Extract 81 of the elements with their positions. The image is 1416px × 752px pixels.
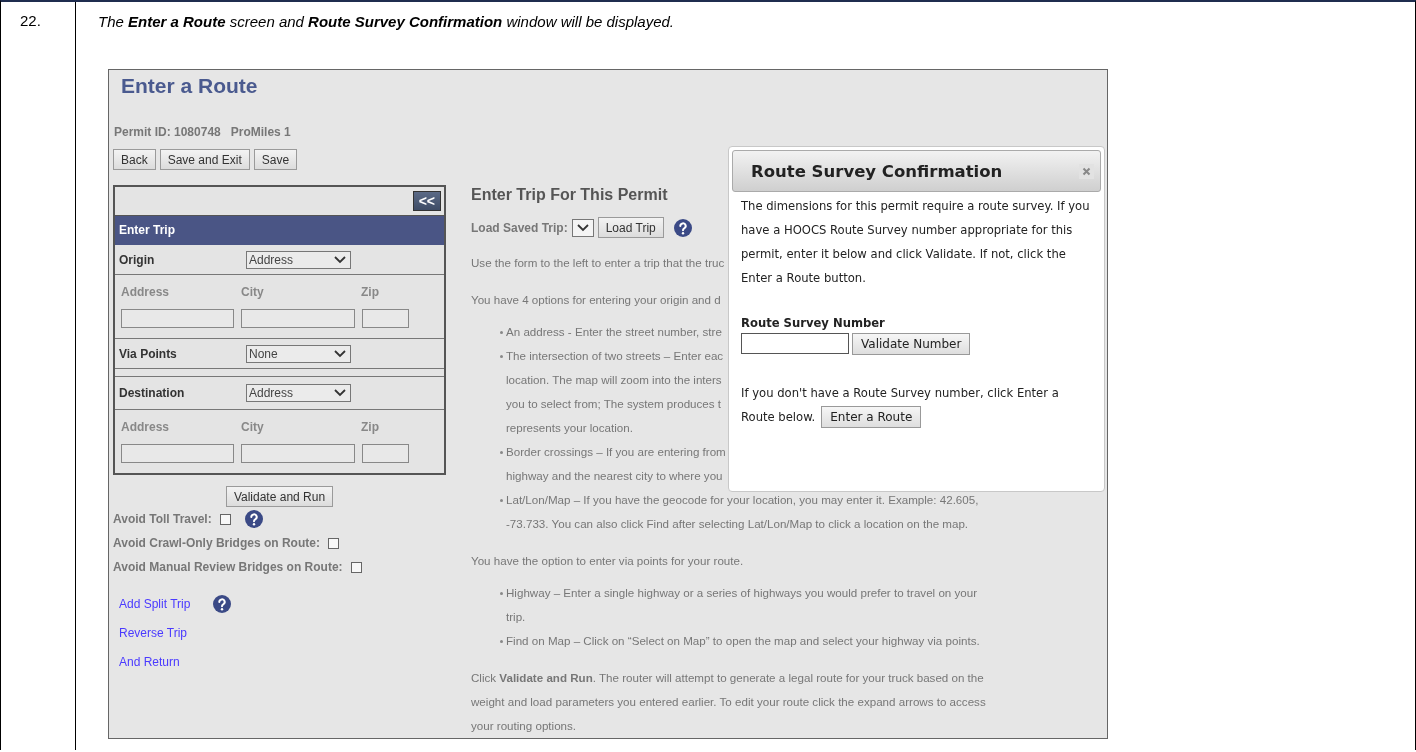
help-text: An address - Enter the street number, stre bbox=[506, 324, 722, 340]
help-text: Click Validate and Run. The router will attempt to generate a legal route for your truck based on the bbox=[471, 670, 984, 686]
validate-number-button[interactable]: Validate Number bbox=[852, 333, 971, 355]
permit-id: Permit ID: 1080748 bbox=[114, 125, 221, 139]
option-label: Avoid Toll Travel: bbox=[113, 512, 212, 526]
link[interactable]: Reverse Trip bbox=[119, 625, 188, 640]
load-trip-button[interactable]: Load Trip bbox=[597, 217, 664, 238]
field-label: City bbox=[241, 285, 265, 299]
help-text: represents your location. bbox=[506, 420, 633, 436]
chevron-icon bbox=[334, 389, 346, 397]
bullet-icon bbox=[500, 592, 503, 595]
help-text: The intersection of two streets – Enter eac bbox=[506, 348, 724, 364]
input-field[interactable] bbox=[362, 444, 409, 463]
help-text: Use the form to the left to enter a trip that the truc bbox=[471, 255, 725, 271]
chevron-icon bbox=[334, 255, 346, 264]
bullet-icon bbox=[500, 331, 503, 334]
dialog-message: If you don't have a Route Survey number, click Enter a bbox=[741, 385, 1059, 402]
help-icon[interactable] bbox=[213, 594, 231, 613]
checkbox[interactable] bbox=[327, 537, 339, 549]
link[interactable]: Add Split Trip bbox=[119, 596, 207, 611]
help-text: trip. bbox=[506, 609, 526, 625]
field-label: Zip bbox=[361, 285, 379, 299]
dropdown[interactable]: Address bbox=[246, 384, 351, 402]
step-number: 22. bbox=[20, 12, 41, 29]
toolbar-button[interactable]: Back bbox=[113, 149, 156, 170]
bullet-icon bbox=[500, 640, 503, 643]
load-trip-label: Load Saved Trip: bbox=[471, 220, 568, 235]
panel-header: Enter Trip bbox=[115, 216, 444, 245]
input-field[interactable] bbox=[241, 309, 355, 328]
help-icon[interactable] bbox=[673, 218, 692, 237]
field-label: Via Points bbox=[119, 346, 178, 361]
field-label: Origin bbox=[119, 252, 156, 267]
checkbox[interactable] bbox=[219, 513, 231, 525]
toolbar-button[interactable]: Save and Exit bbox=[159, 149, 250, 170]
link[interactable]: And Return bbox=[119, 654, 180, 669]
input-field[interactable] bbox=[741, 333, 849, 354]
option-label: Avoid Crawl-Only Bridges on Route: bbox=[113, 536, 320, 550]
chevron-icon bbox=[576, 223, 589, 232]
help-text: -73.733. You can also click Find after selecting Lat/Lon/Map to click a location on the map. bbox=[506, 516, 969, 532]
toolbar-button[interactable]: Save bbox=[253, 149, 298, 170]
field-label: Zip bbox=[361, 420, 379, 434]
bullet-icon bbox=[500, 355, 503, 358]
input-field[interactable] bbox=[241, 444, 355, 463]
dialog-title: Route Survey Confirmation bbox=[751, 161, 1003, 181]
help-icon[interactable] bbox=[244, 510, 263, 528]
dialog-message: Route below. bbox=[741, 409, 816, 426]
page-title: Enter a Route bbox=[121, 74, 259, 98]
help-text: You have the option to enter via points for your route. bbox=[471, 553, 744, 569]
section-heading: Enter Trip For This Permit bbox=[471, 185, 668, 205]
help-text: highway and the nearest city to where you bbox=[506, 468, 723, 484]
input-field[interactable] bbox=[362, 309, 409, 328]
bullet-icon bbox=[500, 451, 503, 454]
help-text: weight and load parameters you entered earlier. To edit your route click the expand arrows to access bbox=[471, 694, 986, 710]
input-field[interactable] bbox=[121, 309, 234, 328]
field-label: Address bbox=[121, 420, 171, 434]
enter-route-button[interactable]: Enter a Route bbox=[821, 406, 922, 428]
dialog-message: The dimensions for this permit require a route survey. If you have a HOOCS Route Survey number appropriate for this permit, enter it below and click Validate. If not, click the Enter a Route button. bbox=[741, 198, 1091, 287]
dropdown[interactable]: Address bbox=[246, 250, 351, 269]
option-label: Avoid Manual Review Bridges on Route: bbox=[113, 560, 343, 574]
help-text: you to select from; The system produces t bbox=[506, 396, 721, 412]
checkbox[interactable] bbox=[350, 561, 362, 573]
help-text: You have 4 options for entering your origin and d bbox=[471, 292, 721, 308]
field-label: Address bbox=[121, 285, 171, 299]
field-label: Destination bbox=[119, 386, 186, 400]
instruction-text: The Enter a Route screen and Route Survey Confirmation window will be displayed. bbox=[98, 12, 676, 32]
help-text: Border crossings – If you are entering from bbox=[506, 444, 726, 460]
bullet-icon bbox=[500, 499, 503, 502]
help-text: your routing options. bbox=[471, 718, 577, 734]
input-field[interactable] bbox=[121, 444, 234, 463]
provider-name: ProMiles 1 bbox=[230, 125, 291, 139]
help-text: Highway – Enter a single highway or a series of highways you would prefer to travel on your bbox=[506, 585, 978, 601]
field-label: Route Survey Number bbox=[741, 315, 886, 332]
collapse-button[interactable]: << bbox=[412, 191, 441, 211]
help-text: Find on Map – Click on “Select on Map” to open the map and select your highway via points. bbox=[506, 633, 980, 649]
chevron-icon bbox=[334, 349, 346, 358]
help-text: Lat/Lon/Map – If you have the geocode for your location, you may enter it. Example: 42.605, bbox=[506, 492, 979, 508]
validate-run-button[interactable]: Validate and Run bbox=[225, 486, 334, 507]
saved-trip-select[interactable] bbox=[571, 218, 594, 237]
field-label: City bbox=[241, 420, 265, 434]
dropdown[interactable]: None bbox=[246, 344, 351, 363]
help-text: location. The map will zoom into the inters bbox=[506, 372, 722, 388]
